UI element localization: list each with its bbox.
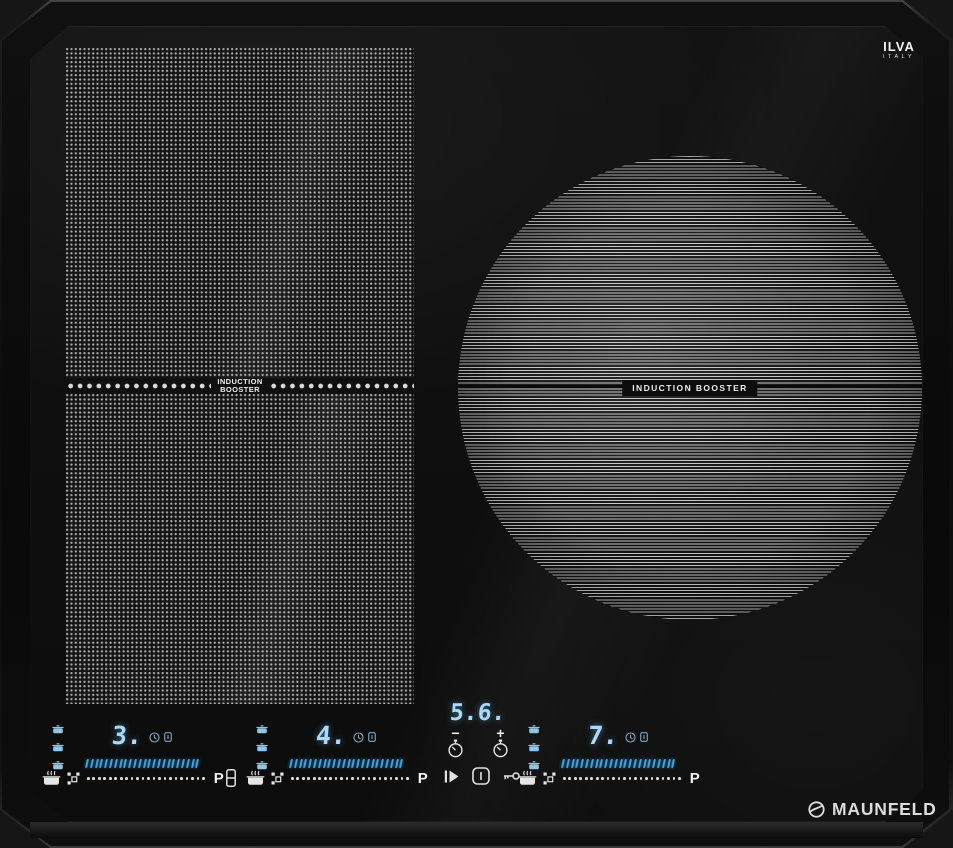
flex-zone-front (66, 394, 414, 704)
flex-zone-icon[interactable] (67, 772, 81, 785)
power-slider[interactable] (289, 758, 404, 768)
maunfeld-emblem-icon (808, 801, 825, 818)
pot-detection-icon (518, 771, 537, 786)
power-level-value: 3. (111, 721, 144, 750)
timer-indicator-icon (352, 731, 364, 743)
flex-booster-label: INDUCTION BOOSTER (217, 376, 263, 394)
front-edge (30, 822, 923, 838)
pot-level-icon (256, 761, 268, 770)
divider-dots-right (268, 383, 415, 389)
cooktop-photo: ILVA ITALY INDUCTION BOOSTER INDUCTION B… (0, 0, 953, 848)
maunfeld-logo: MAUNFELD (808, 799, 937, 820)
power-slider[interactable] (561, 758, 676, 768)
timer-control: 5.6. − + (445, 700, 511, 758)
pause-key[interactable] (444, 769, 459, 784)
power-key[interactable] (472, 767, 490, 785)
flex-cooking-zone: INDUCTION BOOSTER (66, 48, 415, 704)
right-zone-control: 7. P (518, 721, 718, 792)
round-booster-label: INDUCTION BOOSTER (622, 380, 758, 396)
flex-zone-rear (66, 48, 414, 378)
timer-display: 5.6. (449, 700, 507, 726)
stopwatch-icon (447, 739, 464, 758)
power-level-display: 4. (246, 721, 446, 750)
pot-level-icon (528, 761, 540, 770)
power-level-display: 3. (42, 721, 242, 750)
flex-booster-divider: INDUCTION BOOSTER (66, 376, 415, 394)
divider-dots-left (66, 383, 212, 389)
slider-dot-track[interactable] (563, 777, 681, 780)
timer-indicator-icon (148, 731, 160, 743)
maunfeld-logo-text: MAUNFELD (832, 799, 937, 819)
pot-level-icon (52, 761, 64, 770)
timer-plus-button[interactable]: + (492, 726, 509, 758)
stopwatch-icon (492, 739, 509, 758)
power-boost-key[interactable]: P (214, 771, 224, 786)
power-boost-key[interactable]: P (418, 771, 428, 786)
bridge-zones-key[interactable] (226, 769, 236, 787)
round-cooking-zone: INDUCTION BOOSTER (458, 156, 922, 620)
ilva-logo: ILVA ITALY (868, 40, 930, 60)
power-level-value: 4. (315, 721, 348, 750)
timer-indicator-icon (624, 731, 636, 743)
power-boost-key[interactable]: P (690, 771, 700, 786)
power-level-value: 7. (587, 721, 620, 750)
power-level-display: 7. (518, 721, 718, 750)
flex-zone-icon[interactable] (271, 772, 285, 785)
lock-indicator-icon (163, 732, 172, 742)
ilva-country-text: ITALY (883, 54, 915, 60)
flex-zone-control-1: 3. P (42, 721, 242, 792)
slider-dot-track[interactable] (291, 777, 409, 780)
main-keys (444, 767, 520, 785)
lock-indicator-icon (367, 732, 376, 742)
pot-detection-icon (42, 771, 61, 786)
power-slider[interactable] (85, 758, 200, 768)
ilva-logo-text: ILVA (883, 39, 915, 54)
pot-detection-icon (246, 771, 265, 786)
lock-indicator-icon (639, 732, 648, 742)
slider-dot-track[interactable] (87, 777, 205, 780)
timer-minus-button[interactable]: − (447, 726, 464, 758)
flex-zone-icon[interactable] (543, 772, 557, 785)
flex-zone-control-2: 4. P (246, 721, 446, 792)
